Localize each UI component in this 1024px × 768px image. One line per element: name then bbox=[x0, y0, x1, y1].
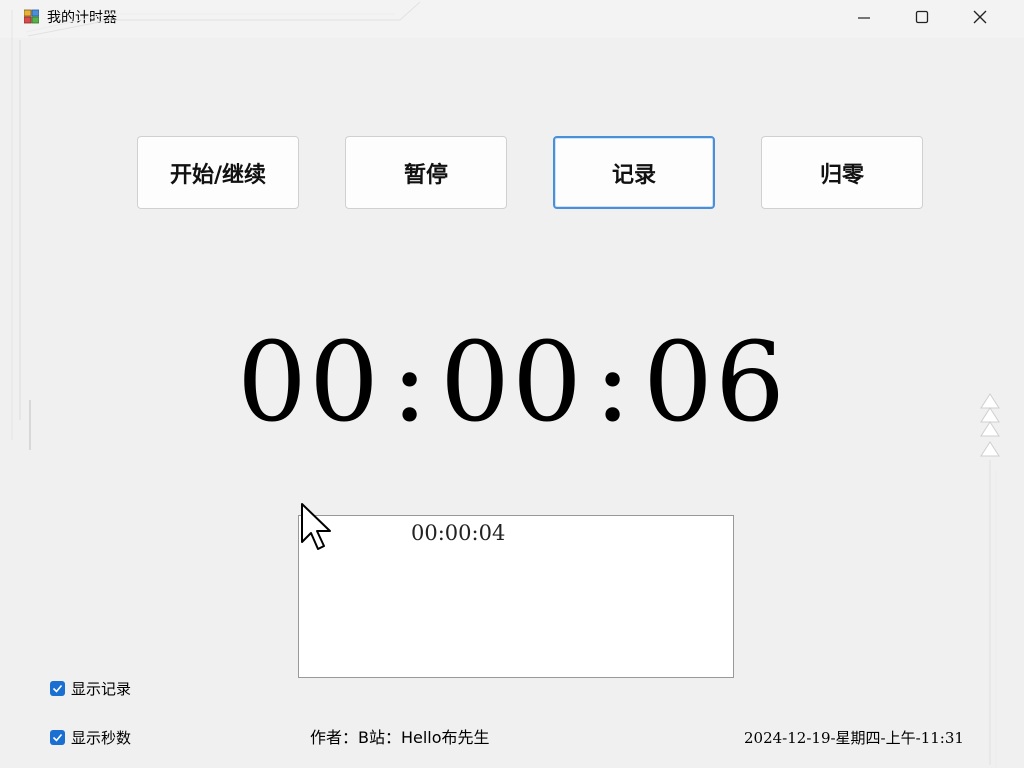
author-label: 作者：B站：Hello布先生 bbox=[310, 728, 490, 747]
app-icon bbox=[24, 9, 39, 24]
records-list[interactable]: 00:00:04 bbox=[298, 515, 734, 678]
checkmark-icon bbox=[52, 733, 63, 742]
minutes-value: 00 bbox=[440, 318, 584, 446]
title-bar[interactable]: 我的计时器 bbox=[0, 0, 1024, 38]
mouse-cursor-icon bbox=[301, 503, 331, 550]
record-button[interactable]: 记录 bbox=[553, 136, 715, 209]
maximize-button[interactable] bbox=[893, 0, 951, 34]
datetime-label: 2024-12-19-星期四-上午-11:31 bbox=[744, 729, 964, 747]
minimize-icon bbox=[858, 17, 870, 19]
reset-button[interactable]: 归零 bbox=[761, 136, 923, 209]
window-title: 我的计时器 bbox=[47, 10, 117, 26]
show-records-checkbox[interactable] bbox=[50, 681, 65, 696]
close-button[interactable] bbox=[951, 0, 1009, 34]
hours-value: 00 bbox=[236, 318, 381, 446]
show-seconds-option[interactable]: 显示秒数 bbox=[50, 727, 131, 748]
seconds-value: 06 bbox=[643, 318, 788, 446]
start-continue-button[interactable]: 开始/继续 bbox=[137, 136, 299, 209]
minimize-button[interactable] bbox=[835, 0, 893, 34]
timer-window: 我的计时器 开始/继续 暂停 记录 归零 00:00:06 00:00:04 显… bbox=[0, 0, 1024, 768]
list-item[interactable]: 00:00:04 bbox=[411, 521, 505, 545]
show-records-option[interactable]: 显示记录 bbox=[50, 678, 131, 699]
time-separator: : bbox=[390, 318, 430, 446]
show-records-label: 显示记录 bbox=[71, 680, 132, 698]
time-separator: : bbox=[593, 318, 634, 446]
close-icon bbox=[973, 10, 987, 24]
show-seconds-checkbox[interactable] bbox=[50, 730, 65, 745]
maximize-icon bbox=[915, 10, 929, 24]
show-seconds-label: 显示秒数 bbox=[71, 729, 132, 747]
time-display: 00:00:06 bbox=[0, 322, 1024, 442]
pause-button[interactable]: 暂停 bbox=[345, 136, 507, 209]
checkmark-icon bbox=[52, 684, 63, 693]
